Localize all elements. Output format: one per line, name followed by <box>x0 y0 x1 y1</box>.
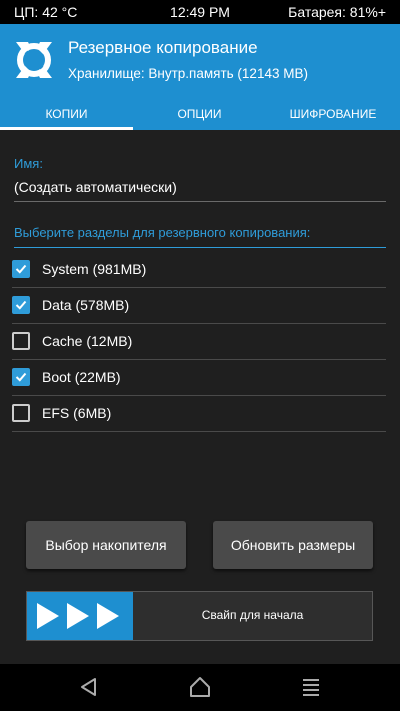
partition-label: EFS (6MB) <box>42 405 112 421</box>
swipe-label: Свайп для начала <box>201 608 304 622</box>
navigation-bar <box>0 664 400 711</box>
partition-label: Boot (22MB) <box>42 369 121 385</box>
partitions-label: Выберите разделы для резервного копирова… <box>14 225 311 240</box>
home-icon[interactable] <box>188 675 212 699</box>
tab-encryption[interactable]: ШИФРОВАНИЕ <box>266 102 400 130</box>
page-title: Резервное копирование <box>68 38 258 57</box>
backup-content: Имя: (Создать автоматически) Выберите ра… <box>0 130 400 664</box>
back-icon[interactable] <box>77 675 101 699</box>
refresh-sizes-button[interactable]: Обновить размеры <box>213 521 373 569</box>
backup-name-label: Имя: <box>14 156 43 171</box>
status-bar: ЦП: 42 °C 12:49 PM Батарея: 81%+ <box>0 0 400 24</box>
swipe-to-start-slider[interactable]: Свайп для начала <box>26 591 373 641</box>
partition-label: Cache (12MB) <box>42 333 133 349</box>
checkmark-icon <box>15 264 27 274</box>
backup-name-underline <box>14 201 386 202</box>
partition-checkbox[interactable] <box>12 260 30 278</box>
partition-efs[interactable]: EFS (6MB) <box>12 396 386 432</box>
swipe-handle[interactable] <box>27 592 133 640</box>
row-divider <box>12 431 386 432</box>
partition-system[interactable]: System (981MB) <box>12 252 386 288</box>
tab-options[interactable]: ОПЦИИ <box>133 102 266 130</box>
battery-status: Батарея: 81%+ <box>288 4 386 20</box>
partition-label: Data (578MB) <box>42 297 130 313</box>
partition-checkbox[interactable] <box>12 404 30 422</box>
twrp-logo-icon <box>16 42 52 78</box>
storage-info: Хранилище: Внутр.память (12143 MB) <box>68 66 308 81</box>
partition-boot[interactable]: Boot (22MB) <box>12 360 386 396</box>
partition-label: System (981MB) <box>42 261 147 277</box>
partition-checkbox[interactable] <box>12 296 30 314</box>
tab-copies[interactable]: КОПИИ <box>0 102 133 130</box>
menu-icon[interactable] <box>299 675 323 699</box>
triple-arrow-icon <box>37 603 119 629</box>
app-header: Резервное копирование Хранилище: Внутр.п… <box>0 24 400 130</box>
select-storage-button[interactable]: Выбор накопителя <box>26 521 186 569</box>
partitions-divider <box>14 247 386 248</box>
partition-checkbox[interactable] <box>12 332 30 350</box>
checkmark-icon <box>15 300 27 310</box>
checkmark-icon <box>15 372 27 382</box>
partition-data[interactable]: Data (578MB) <box>12 288 386 324</box>
partition-checkbox[interactable] <box>12 368 30 386</box>
backup-name-field[interactable]: (Создать автоматически) <box>14 179 177 195</box>
partition-cache[interactable]: Cache (12MB) <box>12 324 386 360</box>
